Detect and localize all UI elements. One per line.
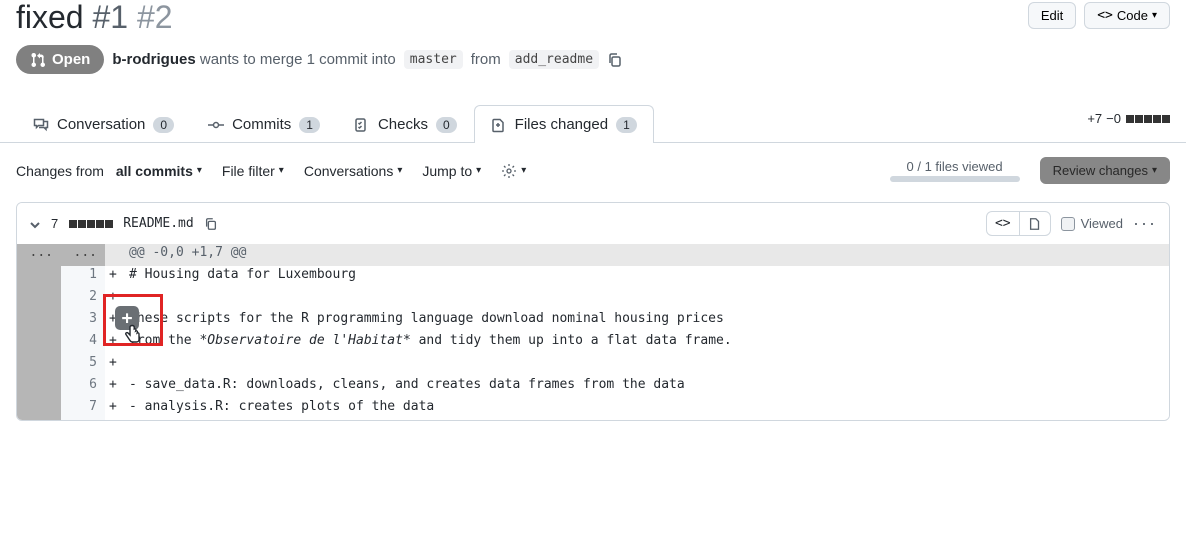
edit-button[interactable]: Edit xyxy=(1028,2,1076,29)
diffstat: +7 −0 xyxy=(1087,111,1170,136)
caret-down-icon: ▾ xyxy=(197,165,202,176)
diff-line[interactable]: 2 + xyxy=(17,288,1169,310)
caret-down-icon: ▾ xyxy=(521,165,526,176)
diff-hunk-header[interactable]: ... ... @@ -0,0 +1,7 @@ xyxy=(17,244,1169,266)
caret-down-icon: ▾ xyxy=(397,165,402,176)
caret-down-icon: ▾ xyxy=(1152,165,1157,176)
checklist-icon xyxy=(354,117,370,133)
state-badge-open: Open xyxy=(16,45,104,74)
issue-ref-secondary: #2 xyxy=(137,0,173,35)
issue-ref-primary: #1 xyxy=(92,0,128,35)
diffstat-blocks-icon xyxy=(1125,111,1170,126)
code-dropdown-button[interactable]: <> Code ▾ xyxy=(1084,2,1170,29)
conversation-count: 0 xyxy=(153,117,174,133)
file-actions-menu[interactable]: ··· xyxy=(1133,213,1157,234)
file-icon xyxy=(1028,217,1042,231)
diff-line[interactable]: 3 + These scripts for the R programming … xyxy=(17,310,1169,332)
tab-conversation[interactable]: Conversation 0 xyxy=(16,105,191,143)
comment-discussion-icon xyxy=(33,117,49,133)
tab-checks[interactable]: Checks 0 xyxy=(337,105,474,143)
cursor-hand-icon xyxy=(123,324,143,346)
viewed-checkbox[interactable]: Viewed xyxy=(1061,216,1123,231)
diff-settings-dropdown[interactable]: ▾ xyxy=(501,163,526,179)
gear-icon xyxy=(501,163,517,179)
copy-filepath-icon[interactable] xyxy=(204,216,218,231)
copy-branch-icon[interactable] xyxy=(607,51,623,68)
diffstat-blocks-icon xyxy=(68,216,113,231)
git-commit-icon xyxy=(208,117,224,133)
file-change-count: 7 xyxy=(51,216,58,231)
checks-count: 0 xyxy=(436,117,457,133)
conversations-dropdown[interactable]: Conversations ▾ xyxy=(304,163,403,179)
commits-count: 1 xyxy=(299,117,320,133)
from-label: from xyxy=(471,51,501,68)
file-diff-icon xyxy=(491,117,507,133)
jump-to-dropdown[interactable]: Jump to ▾ xyxy=(422,163,481,179)
diff-line[interactable]: 7 + - analysis.R: creates plots of the d… xyxy=(17,398,1169,420)
code-angle-icon: <> xyxy=(1097,8,1113,23)
changes-from-dropdown[interactable]: Changes from all commits ▾ xyxy=(16,163,202,179)
diff-line[interactable]: 5 + xyxy=(17,354,1169,376)
compare-branch-chip[interactable]: add_readme xyxy=(509,50,599,69)
diff-view-toggle[interactable]: <> xyxy=(986,211,1051,236)
caret-down-icon: ▾ xyxy=(279,165,284,176)
caret-down-icon: ▾ xyxy=(1152,10,1157,21)
file-filter-dropdown[interactable]: File filter ▾ xyxy=(222,163,284,179)
base-branch-chip[interactable]: master xyxy=(404,50,463,69)
chevron-down-icon xyxy=(29,219,41,231)
source-view-button[interactable]: <> xyxy=(987,212,1020,235)
diff-line[interactable]: 4 + from the *Observatoire de l'Habitat*… xyxy=(17,332,1169,354)
page-title: fixed #1 #2 xyxy=(16,0,173,35)
files-count: 1 xyxy=(616,117,637,133)
git-pull-request-icon xyxy=(30,52,46,68)
merge-action-text: wants to merge 1 commit into xyxy=(200,51,396,68)
diff-line[interactable]: 1 + # Housing data for Luxembourg xyxy=(17,266,1169,288)
review-changes-button[interactable]: Review changes ▾ xyxy=(1040,157,1170,184)
caret-down-icon: ▾ xyxy=(476,165,481,176)
file-name[interactable]: README.md xyxy=(123,216,193,231)
rendered-view-button[interactable] xyxy=(1020,212,1050,235)
collapse-file-toggle[interactable] xyxy=(29,216,41,231)
files-viewed-progress: 0 / 1 files viewed xyxy=(890,159,1020,182)
tab-commits[interactable]: Commits 1 xyxy=(191,105,337,143)
tab-files-changed[interactable]: Files changed 1 xyxy=(474,105,654,143)
author-link[interactable]: b-rodrigues xyxy=(112,51,195,68)
diff-line[interactable]: 6 + - save_data.R: downloads, cleans, an… xyxy=(17,376,1169,398)
